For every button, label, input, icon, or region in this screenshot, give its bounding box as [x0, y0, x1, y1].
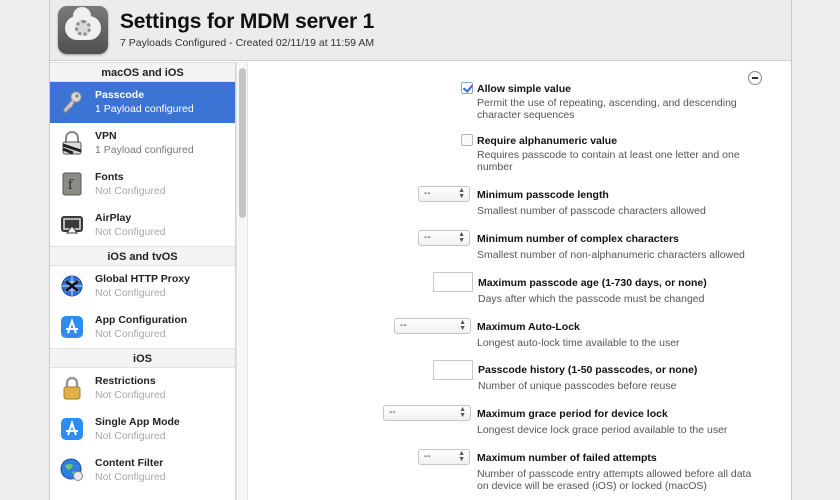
page-subtitle: 7 Payloads Configured - Created 02/11/19… [120, 37, 375, 49]
sidebar-item-label: Content Filter [95, 457, 164, 469]
popup-value: -- [424, 232, 431, 243]
sidebar-item-status: 1 Payload configured [95, 103, 194, 115]
require-alphanumeric-checkbox[interactable] [461, 134, 473, 146]
sidebar-item-label: AirPlay [95, 212, 132, 224]
font-icon: f [60, 172, 84, 196]
sidebar-item-status: Not Configured [95, 430, 166, 442]
allow-simple-value-checkbox[interactable] [461, 82, 473, 94]
min-complex-chars-desc: Smallest number of non-alphanumeric char… [477, 249, 745, 261]
min-complex-chars-label: Minimum number of complex characters [477, 233, 679, 245]
sidebar-item-status: Not Configured [95, 389, 166, 401]
sidebar-item-vpn[interactable]: VPN 1 Payload configured [50, 123, 235, 164]
sidebar-item-single-app-mode[interactable]: Single App Mode Not Configured [50, 409, 235, 450]
server-app-icon [58, 6, 108, 54]
grace-period-label: Maximum grace period for device lock [477, 408, 668, 420]
grace-period-popup[interactable]: -- ▲ ▼ [383, 405, 471, 421]
padlock-icon [60, 376, 84, 400]
remove-payload-button[interactable] [748, 71, 762, 85]
max-auto-lock-popup[interactable]: -- ▲ ▼ [394, 318, 471, 334]
allow-simple-value-desc: Permit the use of repeating, ascending, … [477, 97, 737, 109]
settings-window: Settings for MDM server 1 7 Payloads Con… [49, 0, 792, 500]
globe-filter-icon [60, 458, 84, 482]
min-passcode-length-popup[interactable]: -- ▲ ▼ [418, 186, 470, 202]
sidebar-item-status: 1 Payload configured [95, 144, 194, 156]
sidebar-item-status: Not Configured [95, 328, 166, 340]
min-passcode-length-desc: Smallest number of passcode characters a… [477, 205, 706, 217]
sidebar-item-content-filter[interactable]: Content Filter Not Configured [50, 450, 235, 491]
require-alphanumeric-desc: Requires passcode to contain at least on… [477, 149, 740, 161]
sidebar-item-airplay[interactable]: AirPlay Not Configured [50, 205, 235, 246]
sidebar-item-label: Global HTTP Proxy [95, 273, 190, 285]
popup-value: -- [400, 320, 407, 331]
passcode-settings-panel: Allow simple value Permit the use of rep… [248, 62, 791, 500]
section-header-ios-tvos: iOS and tvOS [50, 246, 235, 266]
payload-sidebar: macOS and iOS Passcode 1 Payload configu… [50, 62, 236, 500]
passcode-history-input[interactable] [433, 360, 473, 380]
sidebar-item-restrictions[interactable]: Restrictions Not Configured [50, 368, 235, 409]
max-failed-attempts-desc-2: on device will be erased (iOS) or locked… [477, 480, 707, 492]
max-failed-attempts-label: Maximum number of failed attempts [477, 452, 657, 464]
popup-arrows-icon: ▲ ▼ [458, 231, 465, 244]
popup-arrows-icon: ▲ ▼ [459, 319, 466, 332]
max-failed-attempts-popup[interactable]: -- ▲ ▼ [418, 449, 470, 465]
min-passcode-length-label: Minimum passcode length [477, 189, 609, 201]
max-passcode-age-input[interactable] [433, 272, 473, 292]
sidebar-item-label: Fonts [95, 171, 124, 183]
popup-arrows-icon: ▲ ▼ [458, 187, 465, 200]
sidebar-item-label: App Configuration [95, 314, 188, 326]
allow-simple-value-label: Allow simple value [477, 83, 571, 95]
sidebar-item-status: Not Configured [95, 471, 166, 483]
page-title: Settings for MDM server 1 [120, 10, 375, 33]
require-alphanumeric-desc-2: number [477, 161, 513, 173]
window-header: Settings for MDM server 1 7 Payloads Con… [50, 0, 791, 61]
sidebar-item-global-http-proxy[interactable]: Global HTTP Proxy Not Configured [50, 266, 235, 307]
popup-arrows-icon: ▲ ▼ [458, 450, 465, 463]
sidebar-item-status: Not Configured [95, 287, 166, 299]
sidebar-item-label: Restrictions [95, 375, 156, 387]
min-complex-chars-popup[interactable]: -- ▲ ▼ [418, 230, 470, 246]
allow-simple-value-desc-2: character sequences [477, 109, 575, 121]
popup-value: -- [424, 451, 431, 462]
app-store-icon [60, 315, 84, 339]
sidebar-item-passcode[interactable]: Passcode 1 Payload configured [50, 82, 235, 123]
max-auto-lock-label: Maximum Auto-Lock [477, 321, 580, 333]
sidebar-item-app-configuration[interactable]: App Configuration Not Configured [50, 307, 235, 348]
passcode-history-desc: Number of unique passcodes before reuse [478, 380, 677, 392]
sidebar-item-label: Passcode [95, 89, 145, 101]
section-header-ios: iOS [50, 348, 235, 368]
sidebar-item-fonts[interactable]: f Fonts Not Configured [50, 164, 235, 205]
app-store-icon [60, 417, 84, 441]
globe-proxy-icon [60, 274, 84, 298]
sidebar-item-status: Not Configured [95, 226, 166, 238]
popup-value: -- [424, 188, 431, 199]
key-icon [60, 90, 84, 114]
popup-value: -- [389, 407, 396, 418]
passcode-history-label: Passcode history (1-50 passcodes, or non… [478, 364, 698, 376]
airplay-icon [60, 213, 84, 237]
max-passcode-age-desc: Days after which the passcode must be ch… [478, 293, 705, 305]
popup-arrows-icon: ▲ ▼ [459, 406, 466, 419]
max-failed-attempts-desc: Number of passcode entry attempts allowe… [477, 468, 752, 480]
sidebar-item-status: Not Configured [95, 185, 166, 197]
sidebar-scroll-thumb[interactable] [239, 68, 246, 218]
sidebar-item-label: VPN [95, 130, 117, 142]
section-header-macos-ios: macOS and iOS [50, 62, 235, 82]
max-passcode-age-label: Maximum passcode age (1-730 days, or non… [478, 277, 707, 289]
grace-period-desc: Longest device lock grace period availab… [477, 424, 728, 436]
max-auto-lock-desc: Longest auto-lock time available to the … [477, 337, 680, 349]
sidebar-scrollbar[interactable] [236, 62, 248, 500]
vpn-lock-icon [60, 131, 84, 155]
sidebar-item-label: Single App Mode [95, 416, 180, 428]
require-alphanumeric-label: Require alphanumeric value [477, 135, 618, 147]
